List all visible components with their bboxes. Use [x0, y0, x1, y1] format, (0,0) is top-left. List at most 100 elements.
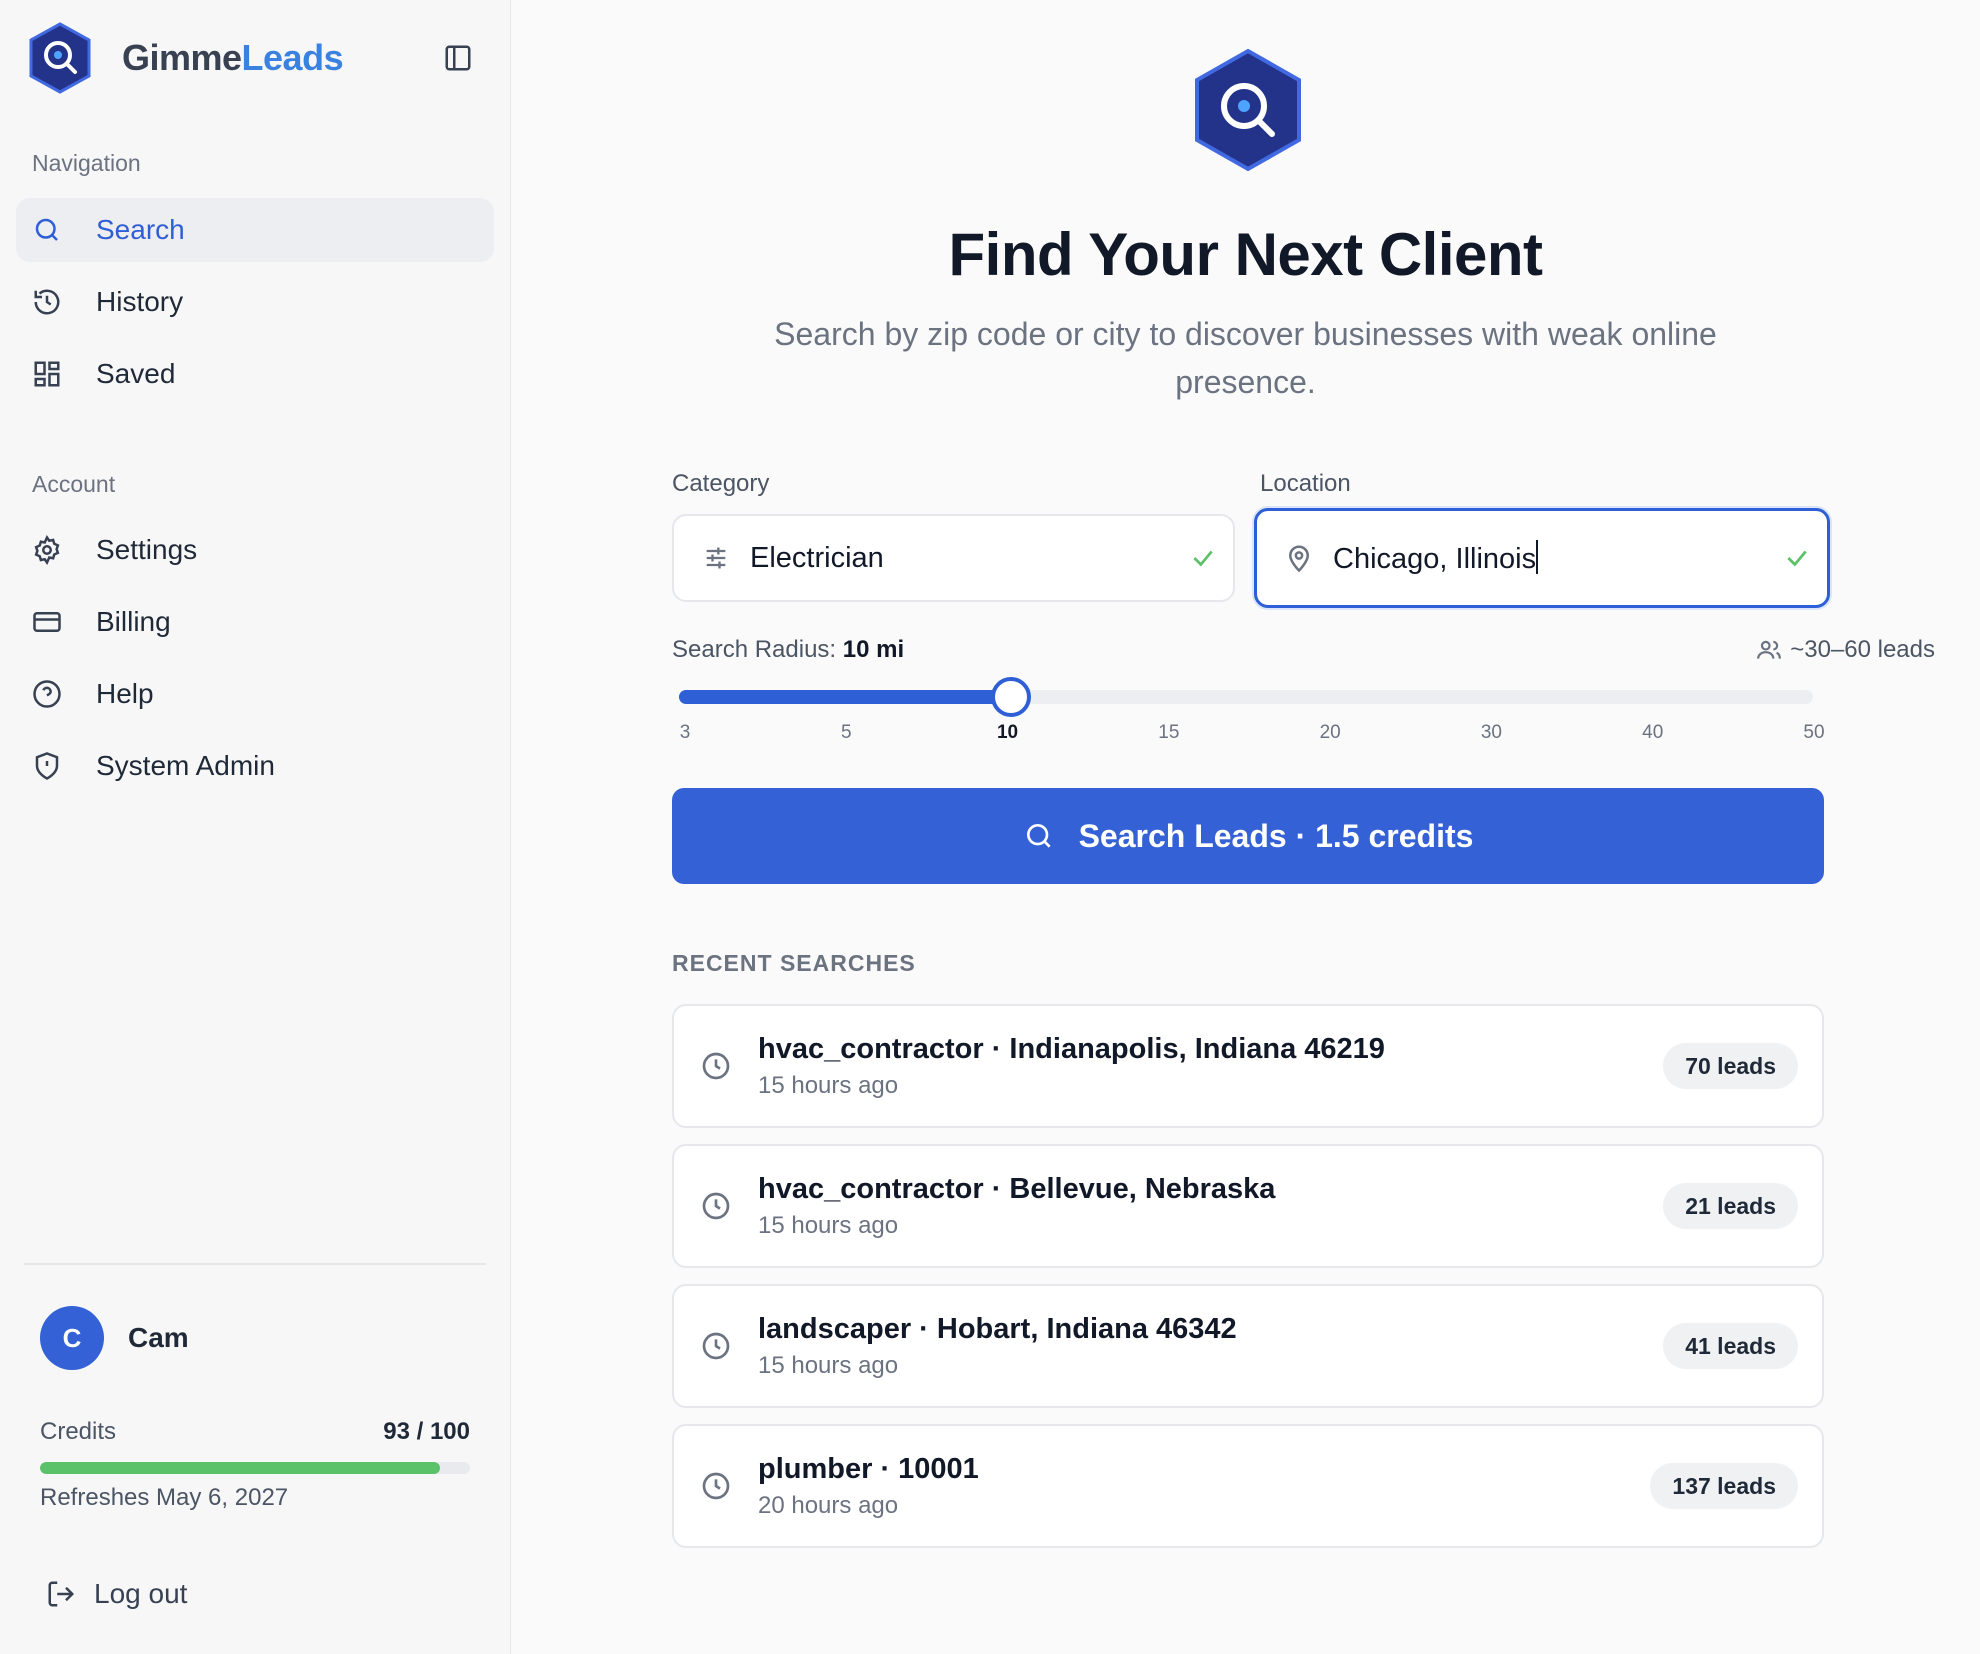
search-leads-label: Search Leads · 1.5 credits: [1078, 817, 1474, 854]
recent-search-query: landscaper · Hobart, Indiana 46342: [758, 1312, 1237, 1345]
credit-card-icon: [16, 607, 80, 637]
sidebar-item-settings[interactable]: Settings: [16, 518, 494, 582]
radius-label: Search Radius: 10 mi: [672, 636, 904, 664]
credits-progress-bar: [40, 1462, 470, 1474]
sidebar-item-system-admin[interactable]: System Admin: [16, 734, 494, 798]
location-field[interactable]: Chicago, Illinois: [1254, 508, 1830, 608]
location-value-text: Chicago, Illinois: [1333, 543, 1537, 575]
sidebar-item-label: Help: [96, 678, 154, 709]
sidebar-item-search[interactable]: Search: [16, 198, 494, 262]
sidebar-divider: [24, 1263, 486, 1265]
radius-tick-10: 10: [996, 722, 1019, 743]
leads-estimate-text: ~30–60 leads: [1790, 636, 1935, 663]
recent-search-item[interactable]: hvac_contractor · Indianapolis, Indiana …: [672, 1004, 1824, 1128]
sidebar-item-label: Billing: [96, 606, 171, 637]
recent-searches-title: RECENT SEARCHES: [672, 950, 916, 976]
recent-search-time: 15 hours ago: [758, 1351, 899, 1379]
logout-icon: [48, 1581, 75, 1607]
grid-icon: [16, 359, 80, 389]
logout-button[interactable]: Log out: [46, 1578, 187, 1610]
user-profile[interactable]: C Cam: [40, 1306, 189, 1370]
recent-search-query: hvac_contractor · Indianapolis, Indiana …: [758, 1032, 1385, 1065]
logout-label: Log out: [94, 1578, 188, 1609]
recent-search-query: plumber · 10001: [758, 1452, 979, 1485]
brand-logo-icon: [29, 22, 91, 94]
map-pin-icon: [1257, 543, 1333, 573]
credits-refresh-text: Refreshes May 6, 2027: [40, 1484, 289, 1511]
sidebar-item-label: System Admin: [96, 750, 275, 781]
radius-tick-3: 3: [679, 722, 691, 743]
category-field[interactable]: Electrician: [672, 514, 1235, 602]
sidebar-item-label: History: [96, 286, 184, 317]
gear-icon: [16, 535, 80, 565]
radius-tick-20: 20: [1319, 722, 1341, 743]
credits-value: 93 / 100: [383, 1418, 470, 1445]
radius-label-text: Search Radius:: [672, 636, 837, 663]
recent-search-item[interactable]: plumber · 10001 20 hours ago 137 leads: [672, 1424, 1824, 1548]
check-icon: [1767, 545, 1827, 571]
radius-slider-fill: [679, 690, 1011, 704]
navigation-section-label: Navigation: [32, 150, 141, 176]
recent-search-time: 20 hours ago: [758, 1491, 899, 1519]
brand-name: GimmeLeads: [122, 37, 344, 79]
radius-slider[interactable]: [679, 677, 1813, 717]
search-icon: [1026, 824, 1051, 848]
sliders-icon: [674, 544, 750, 572]
credits-progress-fill: [40, 1462, 440, 1474]
recent-search-query: hvac_contractor · Bellevue, Nebraska: [758, 1172, 1276, 1205]
clock-icon: [674, 1470, 758, 1502]
search-leads-button[interactable]: Search Leads · 1.5 credits: [672, 788, 1824, 884]
help-circle-icon: [16, 679, 80, 709]
brand-name-part1: Gimme: [122, 37, 242, 78]
recent-search-item[interactable]: landscaper · Hobart, Indiana 46342 15 hou…: [672, 1284, 1824, 1408]
page-subtitle: Search by zip code or city to discover b…: [774, 316, 1717, 400]
credits-row: Credits 93 / 100: [40, 1418, 470, 1446]
sidebar-item-saved[interactable]: Saved: [16, 342, 494, 406]
avatar: C: [40, 1306, 104, 1370]
credits-label: Credits: [40, 1418, 117, 1445]
clock-icon: [674, 1190, 758, 1222]
leads-count-badge: 41 leads: [1663, 1323, 1798, 1369]
search-icon: [16, 215, 80, 245]
radius-tick-30: 30: [1480, 722, 1502, 743]
radius-tick-50: 50: [1803, 722, 1825, 743]
radius-slider-thumb[interactable]: [990, 677, 1031, 717]
recent-search-time: 15 hours ago: [758, 1211, 899, 1239]
shield-icon: [16, 751, 80, 781]
sidebar-item-billing[interactable]: Billing: [16, 590, 494, 654]
page-title: Find Your Next Client: [948, 221, 1543, 288]
sidebar-item-history[interactable]: History: [16, 270, 494, 334]
clock-icon: [674, 1050, 758, 1082]
check-icon: [1173, 545, 1233, 571]
sidebar-toggle-icon[interactable]: [440, 40, 476, 76]
hero-logo-icon: [1195, 48, 1301, 172]
recent-search-item[interactable]: hvac_contractor · Bellevue, Nebraska 15 h…: [672, 1144, 1824, 1268]
location-value: Chicago, Illinois: [1333, 540, 1767, 576]
recent-searches-list: hvac_contractor · Indianapolis, Indiana …: [672, 1004, 1824, 1564]
radius-tick-15: 15: [1158, 722, 1180, 743]
radius-value: 10 mi: [842, 636, 905, 663]
sidebar-item-label: Settings: [96, 534, 198, 565]
sidebar-item-label: Saved: [96, 358, 176, 389]
sidebar-item-label: Search: [96, 214, 185, 245]
category-label: Category: [672, 470, 770, 497]
radius-tick-40: 40: [1642, 722, 1664, 743]
sidebar-item-help[interactable]: Help: [16, 662, 494, 726]
text-caret: [1536, 540, 1539, 574]
main-content: Find Your Next Client Search by zip code…: [511, 0, 1980, 1654]
account-section-label: Account: [32, 471, 116, 497]
leads-estimate: ~30–60 leads: [1756, 636, 1935, 664]
radius-tick-5: 5: [840, 722, 852, 743]
category-value: Electrician: [750, 541, 884, 574]
user-name: Cam: [128, 1322, 189, 1353]
clock-icon: [674, 1330, 758, 1362]
location-label: Location: [1260, 470, 1351, 497]
brand-name-part2: Leads: [241, 37, 344, 78]
brand[interactable]: GimmeLeads: [28, 22, 344, 94]
leads-count-badge: 137 leads: [1650, 1463, 1798, 1509]
recent-search-time: 15 hours ago: [758, 1071, 899, 1099]
leads-count-badge: 21 leads: [1663, 1183, 1798, 1229]
history-icon: [16, 287, 80, 317]
users-icon: [1757, 640, 1782, 659]
leads-count-badge: 70 leads: [1663, 1043, 1798, 1089]
